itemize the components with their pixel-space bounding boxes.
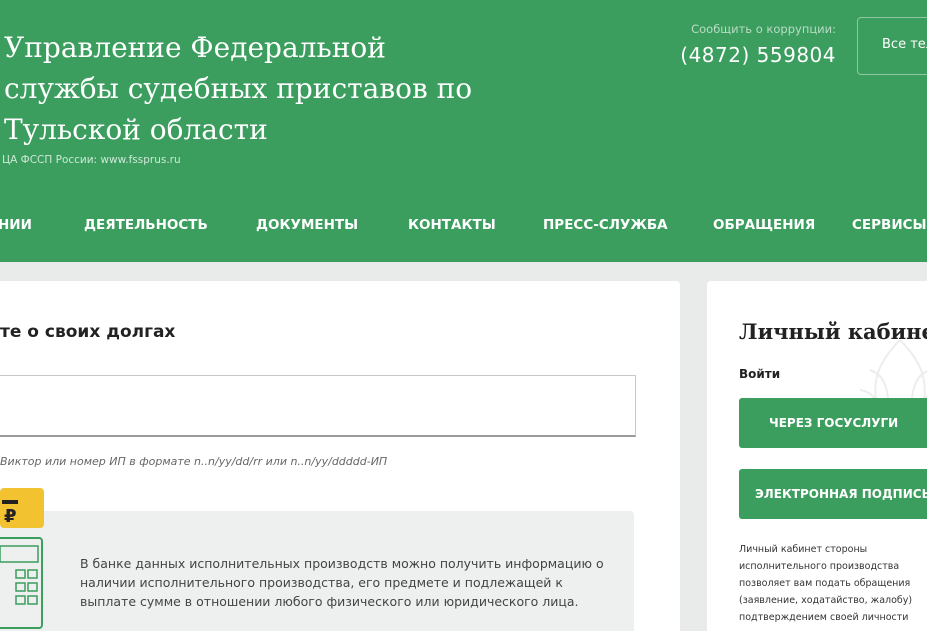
svg-text:₽: ₽	[4, 506, 17, 527]
debt-search-title: те о своих долгах	[0, 322, 176, 342]
corruption-phone[interactable]: (4872) 559804	[680, 43, 836, 67]
central-office-link[interactable]: ЦА ФССП России: www.fssprus.ru	[2, 154, 181, 166]
cabinet-desc-line: исполнительного производства	[739, 561, 900, 572]
debt-info-text: В банке данных исполнительных производст…	[80, 556, 604, 609]
cabinet-desc-line: позволяет вам подать обращения	[739, 578, 911, 589]
login-gosuslugi-button[interactable]: ЧЕРЕЗ ГОСУСЛУГИ	[739, 398, 927, 448]
site-title[interactable]: Управление Федеральной службы судебных п…	[4, 27, 474, 150]
nav-item-documents[interactable]: ДОКУМЕНТЫ	[256, 217, 358, 233]
login-e-signature-button[interactable]: ЭЛЕКТРОННАЯ ПОДПИСЬ	[739, 469, 927, 519]
debt-search-input[interactable]	[0, 375, 636, 437]
personal-cabinet-description: Личный кабинет стороны исполнительного п…	[739, 541, 927, 626]
search-hint: Виктор или номер ИП в формате n..n/yy/dd…	[0, 455, 388, 468]
corruption-report-label: Сообщить о коррупции:	[691, 22, 836, 36]
cabinet-desc-line: (заявление, ходатайство, жалобу)	[739, 595, 913, 606]
nav-item-appeals[interactable]: ОБРАЩЕНИЯ	[713, 217, 815, 233]
cabinet-desc-line: подтверждением своей личности	[739, 612, 909, 623]
cabinet-desc-line: Личный кабинет стороны	[739, 544, 868, 555]
nav-item-press[interactable]: ПРЕСС-СЛУЖБА	[543, 217, 668, 233]
calculator-ruble-icon: ₽	[0, 488, 44, 629]
main-nav: НИИ ДЕЯТЕЛЬНОСТЬ ДОКУМЕНТЫ КОНТАКТЫ ПРЕС…	[0, 217, 927, 243]
all-phones-button[interactable]: Все телефоны	[857, 17, 927, 75]
site-header: Управление Федеральной службы судебных п…	[0, 0, 927, 262]
login-label: Войти	[739, 367, 781, 381]
nav-item-activity[interactable]: ДЕЯТЕЛЬНОСТЬ	[84, 217, 208, 233]
nav-item-contacts[interactable]: КОНТАКТЫ	[408, 217, 496, 233]
nav-item-services[interactable]: СЕРВИСЫ	[852, 217, 927, 233]
personal-cabinet-title: Личный кабинет	[739, 319, 927, 344]
nav-item-partial[interactable]: НИИ	[0, 217, 32, 233]
